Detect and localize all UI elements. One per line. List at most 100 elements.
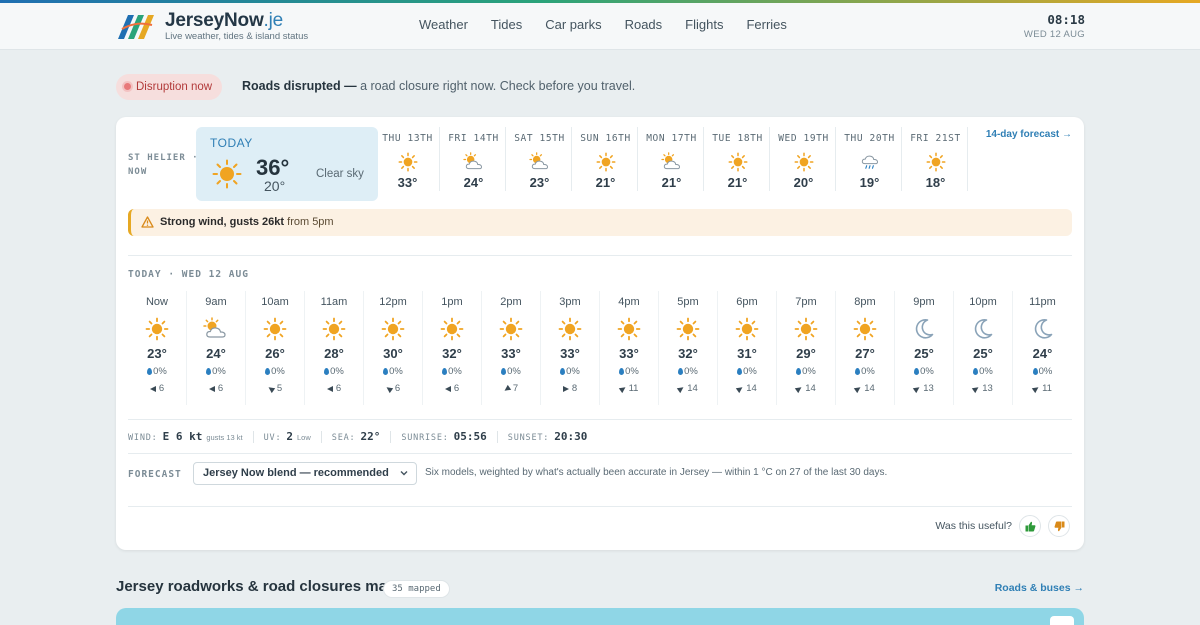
wind-direction-icon <box>736 384 745 393</box>
day-temp: 18° <box>925 175 946 190</box>
sun-icon <box>541 317 599 341</box>
hour-forecast[interactable]: 9pm 25° 0% 13 <box>895 291 954 405</box>
hour-forecast[interactable]: Now 23° 0% 6 <box>128 291 187 405</box>
forecast-model-selected: Jersey Now blend — recommended <box>203 467 389 479</box>
hour-time: 5pm <box>677 296 699 308</box>
hour-temp: 24° <box>206 346 226 361</box>
thumbs-up-button[interactable] <box>1019 515 1041 537</box>
divider <box>128 255 1072 256</box>
day-forecast[interactable]: THU 20TH 19° <box>838 127 902 191</box>
today-panel[interactable]: TODAY 36° 20° Clear sky <box>196 127 378 201</box>
partly-cloudy-icon <box>442 150 505 174</box>
hour-forecast[interactable]: 11am 28° 0% 6 <box>305 291 364 405</box>
hour-forecast[interactable]: 10am 26° 0% 5 <box>246 291 305 405</box>
raindrop-icon <box>442 368 448 375</box>
site-header: JerseyNow.je Live weather, tides & islan… <box>0 3 1200 50</box>
wind-speed-value: 14 <box>746 383 757 394</box>
thumbs-down-button[interactable] <box>1048 515 1070 537</box>
wind-direction-icon <box>444 385 451 392</box>
hour-forecast[interactable]: 11pm 24° 0% 11 <box>1013 291 1072 405</box>
day-name: WED 19TH <box>778 133 829 144</box>
day-forecast[interactable]: TUE 18TH 21° <box>706 127 770 191</box>
hour-forecast[interactable]: 9am 24° 0% 6 <box>187 291 246 405</box>
nav-ferries[interactable]: Ferries <box>746 17 786 32</box>
hour-forecast[interactable]: 4pm 33° 0% 11 <box>600 291 659 405</box>
hour-forecast[interactable]: 3pm 33° 0% 8 <box>541 291 600 405</box>
raindrop-icon <box>206 368 212 375</box>
pulse-dot-icon <box>124 83 131 90</box>
nav-tides[interactable]: Tides <box>491 17 522 32</box>
day-name: THU 20TH <box>844 133 895 144</box>
hour-temp: 32° <box>442 346 462 361</box>
day-name: FRI 14TH <box>448 133 499 144</box>
rain-chance-value: 0% <box>802 366 816 377</box>
14-day-forecast-link[interactable]: 14-day forecast → <box>986 129 1072 140</box>
location-label: ST HELIER · NOW <box>128 151 199 179</box>
forecast-model-select[interactable]: Jersey Now blend — recommended <box>193 462 417 485</box>
alert-rest: from 5pm <box>284 216 334 228</box>
rain-chance-value: 0% <box>212 366 226 377</box>
rain-chance-value: 0% <box>389 366 403 377</box>
day-forecast[interactable]: SAT 15TH 23° <box>508 127 572 191</box>
raindrop-icon <box>973 368 979 375</box>
hour-time: 10am <box>261 296 289 308</box>
hour-temp: 25° <box>973 346 993 361</box>
hour-time: 10pm <box>969 296 997 308</box>
hour-forecast[interactable]: 8pm 27° 0% 14 <box>836 291 895 405</box>
hour-forecast[interactable]: 5pm 32° 0% 14 <box>659 291 718 405</box>
hour-temp: 27° <box>855 346 875 361</box>
hour-forecast[interactable]: 12pm 30° 0% 6 <box>364 291 423 405</box>
day-forecast[interactable]: THU 13TH 33° <box>376 127 440 191</box>
rain-chance: 0% <box>187 366 245 377</box>
nav-car-parks[interactable]: Car parks <box>545 17 601 32</box>
brand[interactable]: JerseyNow.je Live weather, tides & islan… <box>165 10 308 42</box>
alert-text: Strong wind, gusts 26kt from 5pm <box>160 216 334 228</box>
day-temp: 21° <box>595 175 616 190</box>
hour-forecast[interactable]: 7pm 29° 0% 14 <box>777 291 836 405</box>
rain-chance: 0% <box>1013 366 1072 377</box>
clock: 08:18 WED 12 AUG <box>1024 12 1085 40</box>
day-forecast[interactable]: WED 19TH 20° <box>772 127 836 191</box>
hour-forecast[interactable]: 2pm 33° 0% 7 <box>482 291 541 405</box>
rain-chance: 0% <box>718 366 776 377</box>
sunrise-stat-value: 05:56 <box>453 430 487 443</box>
disruption-badge[interactable]: Disruption now <box>116 74 223 100</box>
roads-buses-link[interactable]: Roads & buses → <box>995 582 1084 594</box>
raindrop-icon <box>914 368 920 375</box>
hour-forecast[interactable]: 1pm 32° 0% 6 <box>423 291 482 405</box>
disruption-detail: a road closure right now. Check before y… <box>356 79 636 93</box>
brand-tagline: Live weather, tides & island status <box>165 31 309 42</box>
hour-forecast[interactable]: 10pm 25° 0% 13 <box>954 291 1013 405</box>
today-low: 20° <box>264 178 286 194</box>
map-control-button[interactable] <box>1050 616 1074 625</box>
hour-temp: 30° <box>383 346 403 361</box>
day-name: THU 13TH <box>382 133 433 144</box>
day-forecast[interactable]: SUN 16TH 21° <box>574 127 638 191</box>
logo-icon[interactable] <box>116 11 156 41</box>
rain-chance-value: 0% <box>1038 366 1053 377</box>
hour-temp: 23° <box>147 346 167 361</box>
wind-speed: 14 <box>836 383 894 394</box>
rain-chance-value: 0% <box>920 366 934 377</box>
day-forecast[interactable]: FRI 14TH 24° <box>442 127 506 191</box>
day-forecast[interactable]: MON 17TH 21° <box>640 127 704 191</box>
wind-direction-icon <box>562 385 569 392</box>
wind-direction-icon <box>208 385 215 392</box>
moon-icon <box>954 317 1012 341</box>
raindrop-icon <box>147 368 153 375</box>
nav-weather[interactable]: Weather <box>419 17 468 32</box>
rain-chance: 0% <box>895 366 953 377</box>
hour-temp: 28° <box>324 346 344 361</box>
hour-time: 1pm <box>441 296 463 308</box>
nav-flights[interactable]: Flights <box>685 17 723 32</box>
wind-speed: 14 <box>659 383 717 394</box>
today-label: TODAY <box>210 136 253 150</box>
hour-forecast[interactable]: 6pm 31° 0% 14 <box>718 291 777 405</box>
raindrop-icon <box>737 368 743 375</box>
nav-roads[interactable]: Roads <box>625 17 663 32</box>
clock-time: 08:18 <box>1047 12 1085 27</box>
wind-speed-value: 14 <box>805 383 816 394</box>
hour-temp: 33° <box>619 346 639 361</box>
roadworks-map[interactable] <box>116 608 1084 625</box>
day-forecast[interactable]: FRI 21ST 18° <box>904 127 968 191</box>
